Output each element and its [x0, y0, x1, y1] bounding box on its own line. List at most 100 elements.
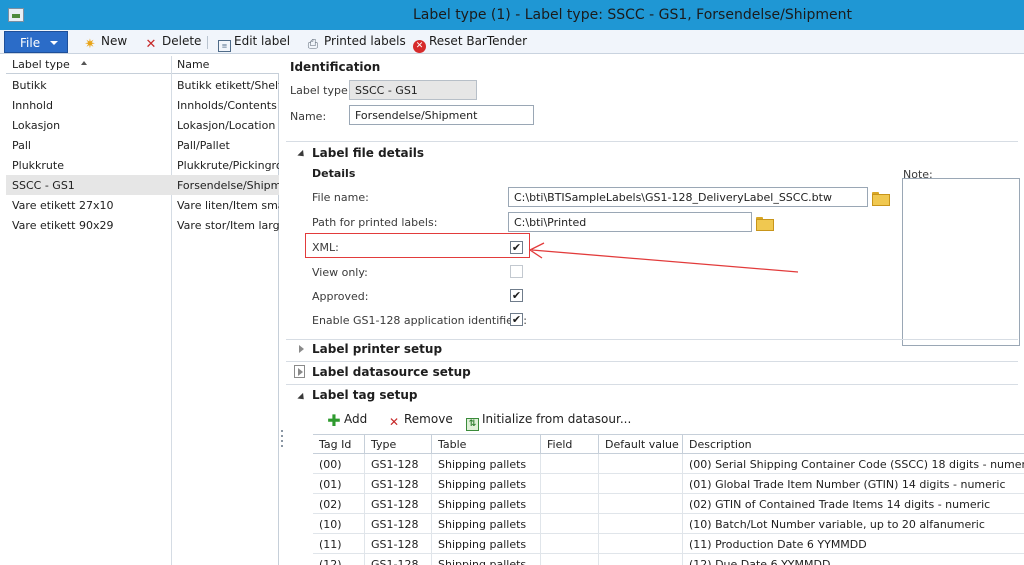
default-value-cell: [599, 494, 683, 514]
expanded-triangle-icon[interactable]: [297, 392, 307, 403]
list-item[interactable]: Pall Pall/Pallet: [6, 135, 279, 155]
note-textarea[interactable]: [902, 178, 1020, 346]
list-item-name: Vare stor/Item large: [177, 219, 279, 232]
xml-checkbox[interactable]: ✔: [510, 241, 523, 254]
description-cell: (00) Serial Shipping Container Code (SSC…: [683, 454, 1024, 474]
approved-label: Approved:: [312, 290, 369, 303]
path-printed-labels-label: Path for printed labels:: [312, 216, 438, 229]
table-cell: Shipping pallets: [432, 494, 541, 514]
column-header-tag-id[interactable]: Tag Id: [313, 435, 365, 454]
label-printer-setup-heading[interactable]: Label printer setup: [312, 342, 442, 356]
section-divider: [286, 361, 1018, 362]
default-value-cell: [599, 454, 683, 474]
list-item-name: Pall/Pallet: [177, 139, 230, 152]
list-item[interactable]: Innhold Innholds/Contents: [6, 95, 279, 115]
collapsed-triangle-icon[interactable]: [299, 345, 304, 353]
list-item[interactable]: Vare etikett 90x29 Vare stor/Item large: [6, 215, 279, 235]
toolbar: File ✷ New ✕ Delete ≡ Edit label ⎙ Printed l…: [0, 30, 1024, 54]
tag-id-cell: (10): [313, 514, 365, 534]
description-cell: (11) Production Date 6 YYMMDD: [683, 534, 1024, 554]
label-tag-setup-heading[interactable]: Label tag setup: [312, 388, 418, 402]
type-cell: GS1-128: [365, 554, 432, 565]
list-item-name: Vare liten/Item smal: [177, 199, 279, 212]
file-menu-button[interactable]: File: [4, 31, 68, 53]
tag-id-cell: (01): [313, 474, 365, 494]
collapsed-box-icon[interactable]: [294, 365, 305, 378]
remove-x-icon: ✕: [388, 415, 400, 429]
label-datasource-setup-heading[interactable]: Label datasource setup: [312, 365, 471, 379]
column-header-field[interactable]: Field: [541, 435, 599, 454]
section-divider: [286, 141, 1018, 142]
column-header-description[interactable]: Description: [683, 435, 1024, 454]
list-item-type: SSCC - GS1: [12, 179, 75, 192]
type-cell: GS1-128: [365, 494, 432, 514]
type-cell: GS1-128: [365, 514, 432, 534]
list-item-type: Innhold: [12, 99, 53, 112]
delete-button[interactable]: ✕ Delete: [143, 33, 202, 52]
list-item-selected[interactable]: SSCC - GS1 Forsendelse/Shipme: [6, 175, 279, 195]
file-name-label: File name:: [312, 191, 369, 204]
add-tag-button[interactable]: ✚ Add: [327, 412, 367, 430]
new-button[interactable]: ✷ New: [82, 33, 128, 52]
field-cell: [541, 494, 599, 514]
remove-tag-button-label: Remove: [404, 412, 453, 426]
name-field[interactable]: Forsendelse/Shipment: [349, 105, 534, 125]
printed-labels-button-label: Printed labels: [324, 34, 406, 48]
expanded-triangle-icon[interactable]: [297, 149, 307, 160]
list-item[interactable]: Lokasjon Lokasjon/Location: [6, 115, 279, 135]
list-item-type: Butikk: [12, 79, 47, 92]
edit-label-button-label: Edit label: [234, 34, 291, 48]
panel-splitter-handle[interactable]: [280, 430, 284, 450]
list-item[interactable]: Butikk Butikk etikett/Shelf l: [6, 75, 279, 95]
remove-tag-button[interactable]: ✕ Remove: [387, 412, 453, 430]
column-header-table[interactable]: Table: [432, 435, 541, 454]
type-cell: GS1-128: [365, 534, 432, 554]
details-subheading: Details: [312, 167, 356, 180]
edit-label-button[interactable]: ≡ Edit label: [218, 33, 291, 52]
description-cell: (02) GTIN of Contained Trade Items 14 di…: [683, 494, 1024, 514]
gs1-identifiers-checkbox[interactable]: ✔: [510, 313, 523, 326]
view-only-label: View only:: [312, 266, 368, 279]
list-item[interactable]: Plukkrute Plukkrute/Pickingro: [6, 155, 279, 175]
list-item-type: Pall: [12, 139, 31, 152]
list-item[interactable]: Vare etikett 27x10 Vare liten/Item smal: [6, 195, 279, 215]
path-printed-labels-field[interactable]: C:\bti\Printed: [508, 212, 752, 232]
description-cell: (01) Global Trade Item Number (GTIN) 14 …: [683, 474, 1024, 494]
file-name-field[interactable]: C:\bti\BTISampleLabels\GS1-128_DeliveryL…: [508, 187, 868, 207]
folder-icon[interactable]: [872, 192, 890, 206]
chevron-down-icon: [50, 41, 58, 45]
label-tag-table: Tag Id Type Table Field Default value De…: [313, 434, 1024, 565]
initialize-datasource-button[interactable]: ⇅ Initialize from datasour...: [466, 412, 632, 431]
table-cell: Shipping pallets: [432, 514, 541, 534]
name-label: Name:: [290, 110, 327, 123]
approved-checkbox[interactable]: ✔: [510, 289, 523, 302]
section-divider: [286, 339, 1018, 340]
edit-label-icon: ≡: [218, 40, 231, 52]
tag-id-cell: (11): [313, 534, 365, 554]
reset-bartender-button[interactable]: ✕ Reset BarTender: [413, 33, 528, 53]
list-item-name: Forsendelse/Shipme: [177, 179, 279, 192]
list-item-name: Butikk etikett/Shelf l: [177, 79, 279, 92]
description-cell: (10) Batch/Lot Number variable, up to 20…: [683, 514, 1024, 534]
folder-icon[interactable]: [756, 217, 774, 231]
column-header-type[interactable]: Type: [365, 435, 432, 454]
reset-bartender-button-label: Reset BarTender: [429, 34, 528, 48]
default-value-cell: [599, 514, 683, 534]
default-value-cell: [599, 534, 683, 554]
column-header-label-type[interactable]: Label type: [12, 58, 70, 71]
list-item-type: Vare etikett 27x10: [12, 199, 114, 212]
type-cell: GS1-128: [365, 454, 432, 474]
column-header-name[interactable]: Name: [177, 58, 209, 71]
table-cell: Shipping pallets: [432, 554, 541, 565]
view-only-checkbox[interactable]: [510, 265, 523, 278]
initialize-datasource-button-label: Initialize from datasour...: [482, 412, 632, 426]
list-item-name: Lokasjon/Location: [177, 119, 276, 132]
default-value-cell: [599, 474, 683, 494]
column-header-default-value[interactable]: Default value: [599, 435, 683, 454]
label-file-details-heading[interactable]: Label file details: [312, 146, 424, 160]
type-cell: GS1-128: [365, 474, 432, 494]
list-item-type: Plukkrute: [12, 159, 64, 172]
label-type-field[interactable]: SSCC - GS1: [349, 80, 477, 100]
printed-labels-button[interactable]: ⎙ Printed labels: [305, 33, 406, 52]
delete-x-icon: ✕: [145, 37, 157, 52]
